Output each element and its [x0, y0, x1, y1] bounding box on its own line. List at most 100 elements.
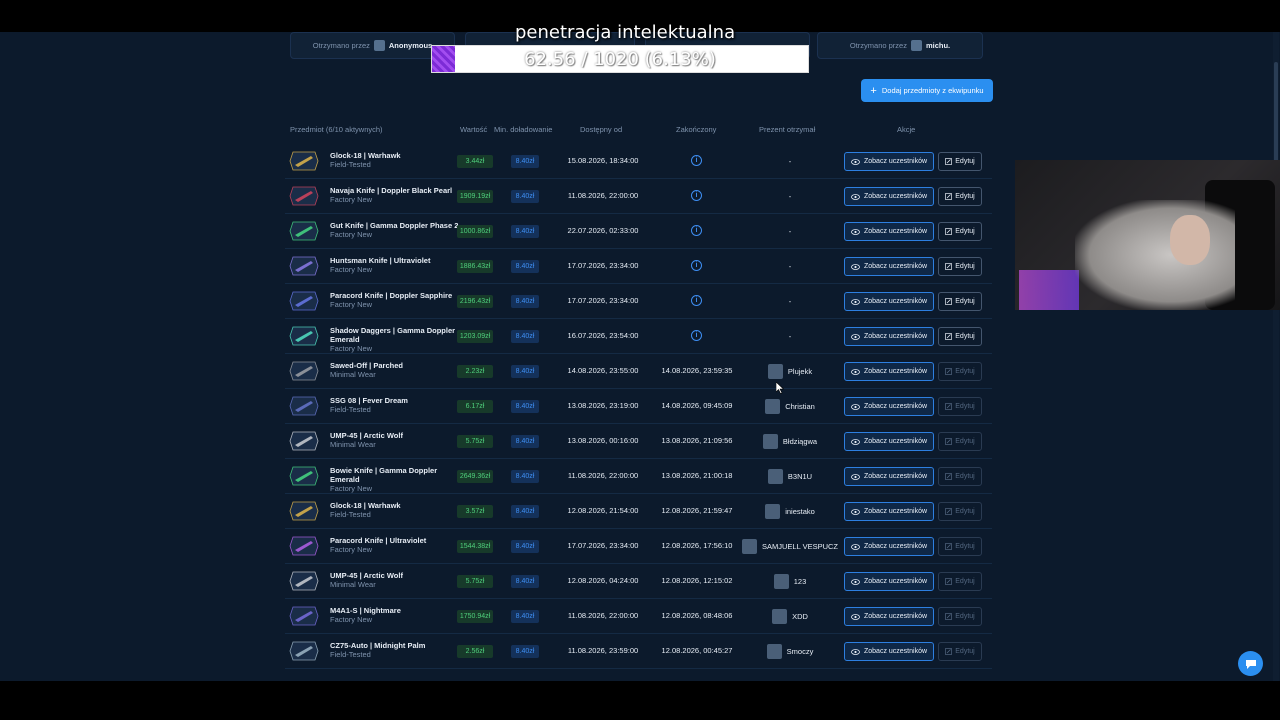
gift-recipient: XDD	[725, 608, 855, 624]
edit-button[interactable]: Edytuj	[938, 152, 982, 171]
page-scrollbar[interactable]	[1273, 32, 1279, 681]
table-row: Gut Knife | Gamma Doppler Phase 2 Factory…	[285, 214, 992, 249]
edit-label: Edytuj	[955, 158, 975, 165]
eye-icon	[851, 263, 860, 270]
edit-button[interactable]: Edytuj	[938, 502, 982, 521]
view-participants-button[interactable]: Zobacz uczestników	[844, 467, 934, 486]
table-row: Paracord Knife | Doppler Sapphire Factory…	[285, 284, 992, 319]
edit-button[interactable]: Edytuj	[938, 467, 982, 486]
edit-pencil-icon	[945, 263, 953, 270]
item-name-text: Paracord Knife | Ultraviolet	[330, 536, 427, 545]
header-gift-received: Prezent otrzymał	[759, 125, 816, 134]
item-value-badge: 5.75zł	[457, 575, 493, 588]
avatar	[767, 468, 783, 484]
edit-button[interactable]: Edytuj	[938, 397, 982, 416]
edit-pencil-icon	[945, 193, 953, 200]
item-thumbnail-icon	[289, 431, 319, 451]
item-name: Navaja Knife | Doppler Black Pearl Factor…	[330, 186, 460, 204]
edit-button[interactable]: Edytuj	[938, 327, 982, 346]
stream-overlay-title: penetracja intelektualna	[515, 22, 736, 43]
eye-icon	[851, 473, 860, 480]
edit-pencil-icon	[945, 403, 953, 410]
view-participants-label: Zobacz uczestników	[863, 228, 928, 235]
view-participants-button[interactable]: Zobacz uczestników	[844, 222, 934, 241]
gift-card-user: michu.	[925, 41, 951, 50]
header-value: Wartość	[460, 125, 488, 134]
view-participants-button[interactable]: Zobacz uczestników	[844, 572, 934, 591]
view-participants-button[interactable]: Zobacz uczestników	[844, 537, 934, 556]
edit-button[interactable]: Edytuj	[938, 642, 982, 661]
edit-button[interactable]: Edytuj	[938, 432, 982, 451]
gift-recipient: SAMJUELL VESPUCZ	[725, 538, 855, 554]
streamer-head	[1170, 215, 1210, 265]
edit-button[interactable]: Edytuj	[938, 222, 982, 241]
progress-text: 62.56 / 1020 (6.13%)	[524, 49, 716, 70]
edit-pencil-icon	[945, 158, 953, 165]
item-wear: Factory New	[330, 195, 373, 204]
item-value-badge: 2649.36zł	[457, 470, 493, 483]
eye-icon	[851, 298, 860, 305]
edit-button[interactable]: Edytuj	[938, 187, 982, 206]
view-participants-button[interactable]: Zobacz uczestników	[844, 152, 934, 171]
view-participants-button[interactable]: Zobacz uczestników	[844, 257, 934, 276]
info-icon[interactable]: i	[691, 330, 702, 341]
gift-recipient: -	[725, 188, 855, 204]
eye-icon	[851, 508, 860, 515]
view-participants-button[interactable]: Zobacz uczestników	[844, 642, 934, 661]
item-value-badge: 2196.43zł	[457, 295, 493, 308]
item-wear: Factory New	[330, 615, 373, 624]
info-icon[interactable]: i	[691, 295, 702, 306]
edit-button[interactable]: Edytuj	[938, 572, 982, 591]
min-deposit-badge: 8.40zł	[511, 190, 539, 203]
view-participants-button[interactable]: Zobacz uczestników	[844, 362, 934, 381]
item-value-badge: 2.23zł	[457, 365, 493, 378]
gift-recipient-name: Smoczy	[786, 646, 814, 656]
item-value-badge: 1203.09zł	[457, 330, 493, 343]
item-wear: Factory New	[330, 300, 373, 309]
info-icon[interactable]: i	[691, 155, 702, 166]
gift-card-michu: Otrzymano przez michu.	[817, 32, 983, 59]
edit-button[interactable]: Edytuj	[938, 292, 982, 311]
chat-icon	[1245, 659, 1256, 669]
item-name: UMP-45 | Arctic Wolf Minimal Wear	[330, 571, 460, 589]
header-min-deposit: Min. doładowanie	[494, 125, 553, 134]
avatar	[910, 40, 922, 51]
min-deposit-badge: 8.40zł	[511, 645, 539, 658]
edit-pencil-icon	[945, 298, 953, 305]
item-wear: Minimal Wear	[330, 370, 376, 379]
view-participants-button[interactable]: Zobacz uczestników	[844, 327, 934, 346]
view-participants-button[interactable]: Zobacz uczestników	[844, 607, 934, 626]
view-participants-label: Zobacz uczestników	[863, 543, 928, 550]
item-name: Paracord Knife | Doppler Sapphire Factory…	[330, 291, 460, 309]
header-actions: Akcje	[897, 125, 916, 134]
item-name: Paracord Knife | Ultraviolet Factory New	[330, 536, 460, 554]
edit-button[interactable]: Edytuj	[938, 607, 982, 626]
gift-recipient-name: 123	[793, 576, 807, 586]
info-icon[interactable]: i	[691, 225, 702, 236]
gift-recipient: 123	[725, 573, 855, 589]
edit-button[interactable]: Edytuj	[938, 537, 982, 556]
min-deposit-badge: 8.40zł	[511, 610, 539, 623]
add-items-button[interactable]: + Dodaj przedmioty z ekwipunku	[861, 79, 993, 102]
view-participants-button[interactable]: Zobacz uczestników	[844, 432, 934, 451]
view-participants-button[interactable]: Zobacz uczestników	[844, 397, 934, 416]
chat-button[interactable]	[1238, 651, 1263, 676]
item-thumbnail-icon	[289, 221, 319, 241]
edit-pencil-icon	[945, 228, 953, 235]
gift-recipient: -	[725, 293, 855, 309]
view-participants-label: Zobacz uczestników	[863, 578, 928, 585]
avatar	[762, 433, 778, 449]
view-participants-button[interactable]: Zobacz uczestników	[844, 292, 934, 311]
eye-icon	[851, 613, 860, 620]
table-row: UMP-45 | Arctic Wolf Minimal Wear 5.75zł 8.…	[285, 424, 992, 459]
edit-button[interactable]: Edytuj	[938, 257, 982, 276]
edit-button[interactable]: Edytuj	[938, 362, 982, 381]
info-icon[interactable]: i	[691, 260, 702, 271]
view-participants-label: Zobacz uczestników	[863, 298, 928, 305]
info-icon[interactable]: i	[691, 190, 702, 201]
view-participants-button[interactable]: Zobacz uczestników	[844, 187, 934, 206]
table-row: Navaja Knife | Doppler Black Pearl Factor…	[285, 179, 992, 214]
item-wear: Factory New	[330, 265, 373, 274]
view-participants-label: Zobacz uczestników	[863, 473, 928, 480]
view-participants-button[interactable]: Zobacz uczestników	[844, 502, 934, 521]
